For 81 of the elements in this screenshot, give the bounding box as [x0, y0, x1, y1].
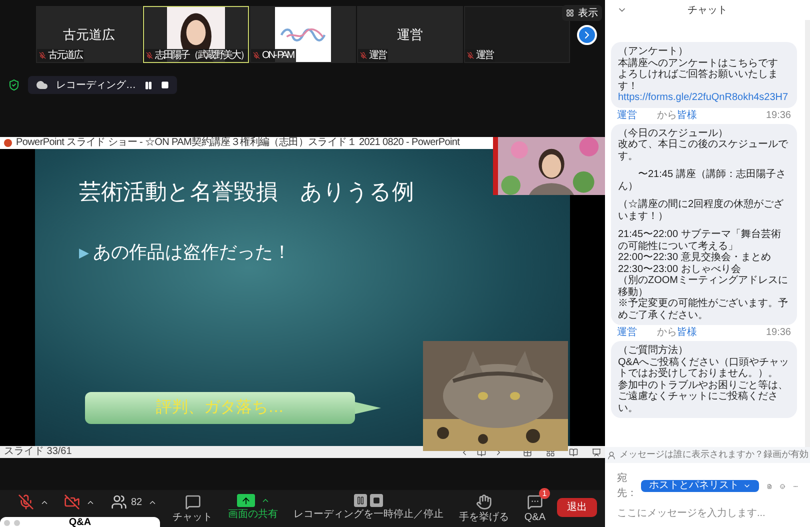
share-toolbar-button[interactable]: 画面の共有	[224, 490, 282, 527]
message-text: 22:30〜23:00 おしゃべり会	[618, 264, 742, 275]
share-screen-icon	[236, 494, 254, 507]
pause-icon	[144, 80, 153, 90]
slide-bullet: ▶ あの作品は盗作だった！	[79, 241, 291, 264]
grid-icon	[566, 9, 574, 17]
participant-name: ON- PAM	[262, 50, 294, 60]
message-text: （ご質問方法）	[618, 345, 689, 356]
message-link[interactable]: https://forms.gle/22fuQnR8okh4s23H7	[618, 92, 790, 104]
qa-toolbar-button[interactable]: 1 Q&A	[520, 490, 550, 527]
participant-name: 古元道広	[48, 50, 82, 60]
raise-hand-icon	[476, 494, 492, 510]
user-icon	[606, 450, 616, 460]
muted-mic-icon	[467, 52, 474, 59]
recipient-label: 宛先：	[617, 472, 637, 501]
chat-title: チャット	[688, 4, 728, 18]
participant-display-name: 古元道広	[63, 26, 115, 44]
leave-button[interactable]: 退出	[557, 498, 597, 517]
video-tile[interactable]: 運営	[464, 6, 570, 63]
logo-icon	[275, 7, 331, 62]
notification-badge: 1	[538, 488, 550, 499]
pause-icon	[354, 494, 367, 507]
message-input[interactable]: ここにメッセージを入力します...	[617, 506, 798, 521]
participant-name: 運営	[476, 50, 493, 60]
message-text: 改めて、本日この後のスケジュールです。	[618, 139, 789, 162]
chat-icon	[184, 494, 201, 510]
message-text: （☆講座の間に2回程度の休憩がございます！）	[618, 199, 785, 222]
cloud-icon	[36, 79, 48, 91]
participant-name: 志田陽子（武蔵野美大）	[155, 50, 248, 60]
recipient-name: 皆様	[677, 110, 697, 120]
next-page-button[interactable]	[577, 25, 597, 45]
stop-icon	[370, 494, 383, 507]
recording-label: レコーディング…	[56, 78, 136, 92]
view-button[interactable]: 表示	[562, 5, 602, 21]
participants-toolbar-button[interactable]: 82	[106, 490, 162, 527]
message-text: （今日のスケジュール）	[618, 128, 729, 138]
participant-display-name: 運営	[397, 26, 423, 44]
via-label: から	[657, 328, 677, 338]
muted-mic-icon	[39, 52, 46, 59]
hand-toolbar-button[interactable]: 手を挙げる	[454, 490, 513, 527]
video-tile[interactable]: ON- PAM	[250, 6, 356, 63]
muted-mic-icon	[253, 52, 260, 59]
message-time: 19:36	[766, 110, 791, 120]
message-text: 〜21:45 講座（講師：志田陽子さん）	[618, 169, 787, 192]
qa-window-title: Q&A	[68, 518, 92, 527]
message-text: Q&Aへご投稿ください（口頭やチャットではお受けしておりません。）。	[618, 356, 790, 380]
message-time: 19:36	[766, 328, 791, 338]
participant-name: 運営	[369, 50, 386, 60]
powerpoint-icon	[4, 139, 12, 147]
slide-title: 芸術活動と名誉毀損 ありうる例	[79, 178, 414, 206]
message-text: 参加中のトラブルやお困りごと等は、ご遠慮なくチャットにご投稿ください。	[618, 380, 789, 414]
message-text: （アンケート）	[618, 46, 689, 58]
recipient-name: 皆様	[677, 328, 697, 338]
message-text: ※予定変更の可能性がございます。予めご了承ください。	[618, 298, 789, 321]
participant-count: 82	[130, 496, 142, 510]
sender-name[interactable]: 運営	[617, 110, 657, 120]
video-tile[interactable]: 運営 運営	[357, 6, 463, 63]
message-text: よろしければご回答お願いいたします！	[618, 69, 779, 92]
message-text: （別のZOOMミーティングアドレスに移動）	[618, 275, 789, 298]
shield-icon	[8, 79, 20, 91]
qa-icon	[526, 494, 543, 510]
message-text: 21:45〜22:00 サブテーマ「舞台芸術の可能性について考える」	[618, 229, 782, 252]
video-tile[interactable]: 志田陽子（武蔵野美大）	[143, 6, 249, 63]
sender-name[interactable]: 運営	[617, 328, 657, 338]
reading-view-icon[interactable]	[569, 448, 578, 456]
message-text: 本講座へのアンケートはこちらです	[618, 58, 779, 69]
presenter-icon[interactable]	[592, 448, 601, 456]
caret-icon	[260, 496, 270, 505]
muted-mic-icon	[360, 52, 367, 59]
video-tile[interactable]: 古元道広 古元道広	[36, 6, 142, 63]
slide-counter: スライド 33/61	[4, 447, 72, 457]
recording-toolbar-button[interactable]: レコーディングを一時停止／停止	[289, 490, 448, 527]
caret-icon	[743, 482, 751, 490]
recipient-dropdown[interactable]: ホストとパネリスト	[641, 480, 759, 492]
message-text: 22:00〜22:30 意見交換会・まとめ	[618, 252, 772, 264]
stop-icon	[161, 81, 169, 89]
participants-icon	[110, 494, 127, 510]
muted-mic-icon	[146, 52, 153, 59]
via-label: から	[657, 110, 677, 120]
chat-toolbar-button[interactable]: チャット	[168, 490, 217, 527]
window-title: PowerPoint スライド ショー - ☆ON PAM契約講座３権利編（志田）スライド１ 2021 0820 - PowerPoint	[16, 138, 460, 148]
